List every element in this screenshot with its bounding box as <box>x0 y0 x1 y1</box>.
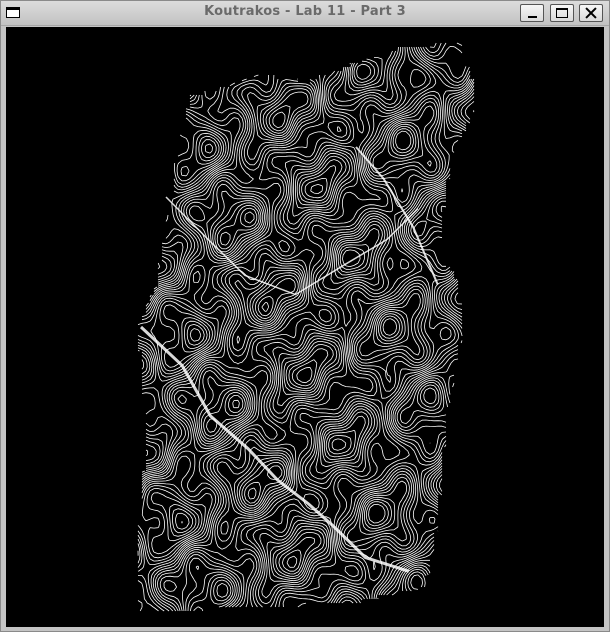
minimize-icon <box>528 16 537 18</box>
close-icon <box>585 6 597 20</box>
window-menu-icon[interactable] <box>6 7 20 18</box>
render-canvas[interactable] <box>6 27 604 627</box>
window-title: Koutrakos - Lab 11 - Part 3 <box>204 4 406 19</box>
title-bar[interactable]: Koutrakos - Lab 11 - Part 3 <box>1 1 609 26</box>
maximize-icon <box>556 8 568 18</box>
close-button[interactable] <box>579 4 603 22</box>
maximize-button[interactable] <box>550 4 574 22</box>
minimize-button[interactable] <box>520 4 544 22</box>
ridge-line-3 <box>355 146 439 286</box>
contour-lines <box>137 42 475 612</box>
app-window: Koutrakos - Lab 11 - Part 3 <box>0 0 610 632</box>
contour-terrain <box>137 42 475 612</box>
